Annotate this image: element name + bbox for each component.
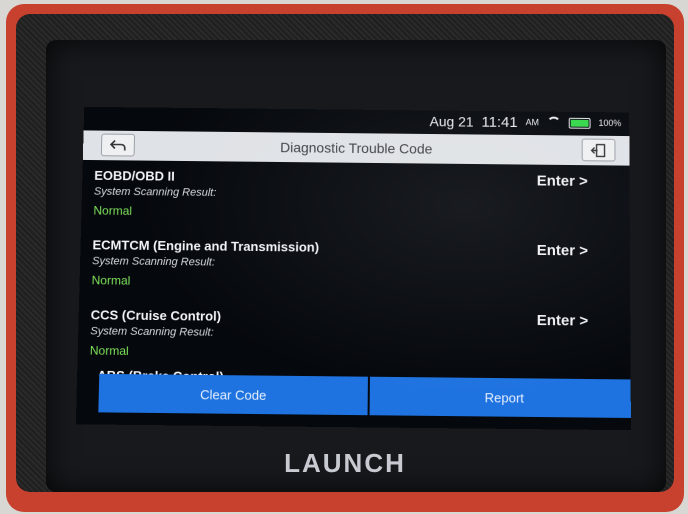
action-bar: Clear Code Report: [98, 373, 631, 419]
scan-result-label: System Scanning Result:: [93, 185, 217, 199]
screen-bezel: Aug 21 11:41 AM 100% Diagnostic Trouble …: [46, 40, 666, 492]
system-name: CCS (Cruise Control): [90, 307, 222, 324]
scan-status: Normal: [91, 273, 131, 288]
scan-result-label: System Scanning Result:: [91, 255, 216, 269]
clear-code-button[interactable]: Clear Code: [98, 373, 368, 416]
list-item[interactable]: CCS (Cruise Control) System Scanning Res…: [90, 307, 613, 363]
back-button[interactable]: [100, 133, 136, 157]
status-bar: Aug 21 11:41 AM 100%: [429, 110, 622, 134]
status-time: 11:41: [481, 113, 518, 131]
enter-button[interactable]: Enter >: [537, 242, 588, 259]
scan-status: Normal: [89, 343, 129, 359]
scan-result-label: System Scanning Result:: [90, 325, 214, 339]
status-date: Aug 21: [429, 113, 474, 130]
scanner-device: Aug 21 11:41 AM 100% Diagnostic Trouble …: [6, 4, 684, 512]
wifi-icon: [547, 117, 561, 129]
battery-level: 100%: [598, 118, 622, 129]
enter-button[interactable]: Enter >: [537, 312, 588, 330]
system-list: EOBD/OBD II System Scanning Result: Norm…: [77, 162, 630, 378]
status-ampm: AM: [525, 117, 539, 128]
list-item[interactable]: ECMTCM (Engine and Transmission) System …: [91, 237, 612, 292]
title-bar: Diagnostic Trouble Code: [82, 130, 630, 166]
scan-status: Normal: [93, 203, 133, 218]
battery-icon: [568, 117, 591, 129]
enter-button[interactable]: Enter >: [537, 173, 588, 190]
exit-door-icon: [591, 142, 607, 158]
system-name: ECMTCM (Engine and Transmission): [92, 237, 320, 255]
system-name: EOBD/OBD II: [94, 167, 175, 184]
rubber-grip: Aug 21 11:41 AM 100% Diagnostic Trouble …: [16, 14, 674, 492]
list-item[interactable]: EOBD/OBD II System Scanning Result: Norm…: [93, 168, 612, 223]
page-title: Diagnostic Trouble Code: [280, 139, 433, 157]
exit-button[interactable]: [581, 138, 616, 162]
device-screen: Aug 21 11:41 AM 100% Diagnostic Trouble …: [75, 106, 631, 431]
report-button[interactable]: Report: [369, 376, 631, 419]
back-arrow-icon: [109, 139, 127, 151]
brand-logo: LAUNCH: [284, 448, 406, 478]
